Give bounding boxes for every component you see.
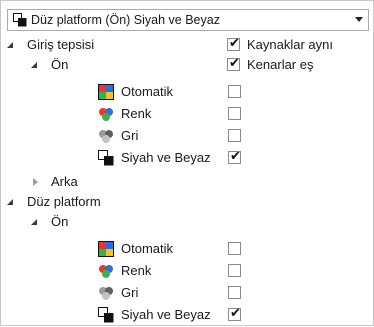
mode-row-flatbed-bw[interactable]: Siyah ve Beyaz ✔ xyxy=(98,306,248,324)
tree-node-label: Arka xyxy=(51,174,78,189)
mode-checkbox[interactable] xyxy=(228,85,241,98)
gray-icon xyxy=(99,287,113,300)
expanded-arrow-icon[interactable] xyxy=(7,42,13,48)
mode-checkbox[interactable]: ✔ xyxy=(228,150,241,164)
auto-color-icon xyxy=(98,84,114,100)
tree-node-input-tray-back[interactable]: Arka xyxy=(31,173,221,191)
edges-same-checkbox[interactable]: ✔ xyxy=(227,57,240,71)
edges-same-label: Kenarlar eş xyxy=(247,57,314,72)
mode-row-flatbed-gray[interactable]: Gri xyxy=(98,284,248,302)
mode-row-input-tray-bw[interactable]: Siyah ve Beyaz ✔ xyxy=(98,149,248,167)
mode-label: Otomatik xyxy=(121,84,174,99)
mode-checkbox[interactable] xyxy=(228,286,241,299)
edges-same-option[interactable]: ✔ Kenarlar eş xyxy=(227,56,372,74)
mode-row-flatbed-color[interactable]: Renk xyxy=(98,262,248,280)
expanded-arrow-icon[interactable] xyxy=(7,199,13,205)
mode-checkbox[interactable] xyxy=(228,107,241,120)
color-icon xyxy=(99,108,113,121)
gray-icon xyxy=(99,130,113,143)
mode-row-input-tray-color[interactable]: Renk xyxy=(98,105,248,123)
mode-checkbox[interactable] xyxy=(228,242,241,255)
black-white-icon xyxy=(98,150,114,166)
black-white-icon xyxy=(98,307,114,323)
tree-node-input-tray[interactable]: Giriş tepsisi xyxy=(7,36,227,54)
tree-node-label: Giriş tepsisi xyxy=(27,37,95,52)
color-icon xyxy=(99,265,113,278)
settings-tree: Giriş tepsisi ✔ Kaynaklar aynı Ön ✔ Kena… xyxy=(1,1,374,327)
mode-label: Gri xyxy=(121,128,139,143)
mode-row-input-tray-gray[interactable]: Gri xyxy=(98,127,248,145)
mode-checkbox[interactable] xyxy=(228,264,241,277)
collapsed-arrow-icon[interactable] xyxy=(33,178,38,186)
sources-same-label: Kaynaklar aynı xyxy=(247,37,333,52)
tree-node-label: Ön xyxy=(51,214,69,229)
mode-label: Siyah ve Beyaz xyxy=(121,307,211,322)
tree-node-label: Düz platform xyxy=(27,194,101,209)
mode-checkbox[interactable] xyxy=(228,129,241,142)
mode-row-input-tray-auto[interactable]: Otomatik xyxy=(98,83,248,101)
tree-node-flatbed-front[interactable]: Ön xyxy=(31,213,221,231)
auto-color-icon xyxy=(98,241,114,257)
expanded-arrow-icon[interactable] xyxy=(31,219,37,225)
tree-node-label: Ön xyxy=(51,57,69,72)
mode-label: Siyah ve Beyaz xyxy=(121,150,211,165)
mode-label: Otomatik xyxy=(121,241,174,256)
mode-row-flatbed-auto[interactable]: Otomatik xyxy=(98,240,248,258)
mode-checkbox[interactable]: ✔ xyxy=(228,307,241,321)
tree-node-input-tray-front[interactable]: Ön xyxy=(31,56,221,74)
scan-settings-panel: Düz platform (Ön) Siyah ve Beyaz Giriş t… xyxy=(0,0,374,326)
mode-label: Renk xyxy=(121,263,152,278)
sources-same-checkbox[interactable]: ✔ xyxy=(227,37,240,51)
tree-node-flatbed[interactable]: Düz platform xyxy=(7,193,227,211)
mode-label: Renk xyxy=(121,106,152,121)
expanded-arrow-icon[interactable] xyxy=(31,62,37,68)
mode-label: Gri xyxy=(121,285,139,300)
sources-same-option[interactable]: ✔ Kaynaklar aynı xyxy=(227,36,372,54)
